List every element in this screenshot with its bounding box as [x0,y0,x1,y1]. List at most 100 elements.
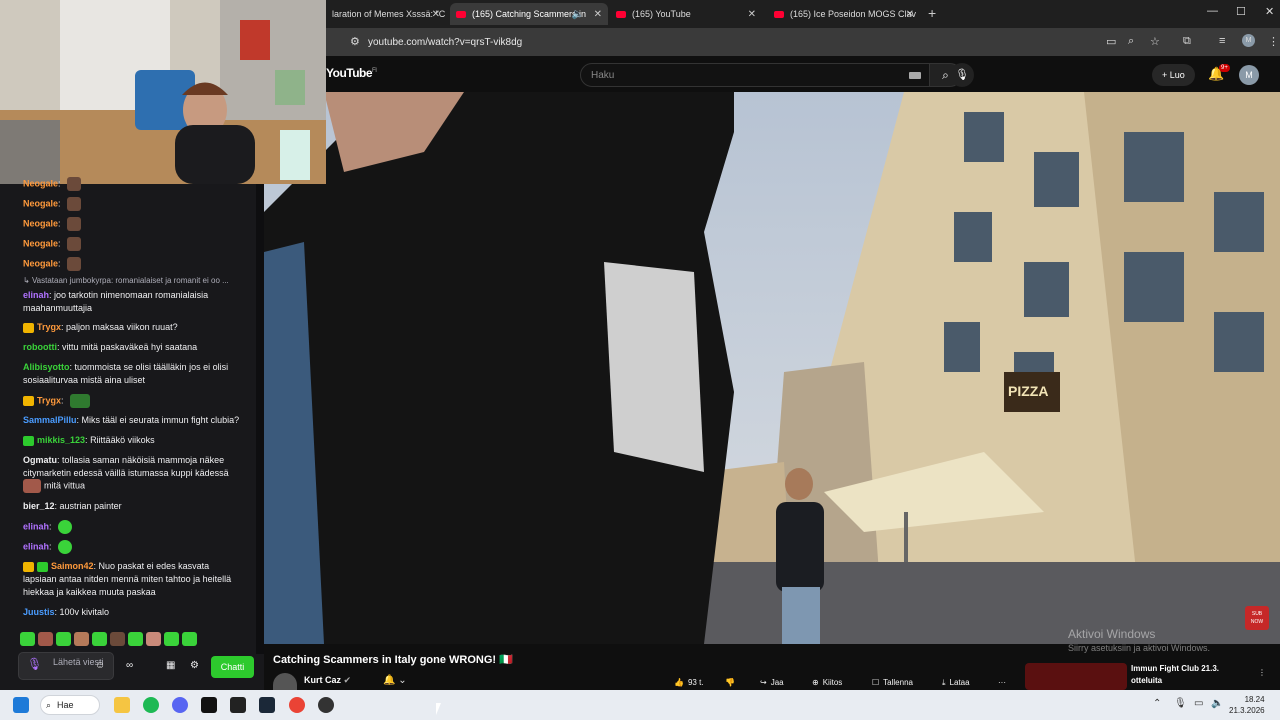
chat-user[interactable]: robootti [23,342,57,352]
emote-icon[interactable] [164,632,179,646]
chat-user[interactable]: Trygx [37,395,61,405]
taskbar-clock[interactable]: 18.24 21.3.2026 [1229,694,1265,716]
bookmark-star-icon[interactable]: ☆ [1150,35,1160,48]
like-button[interactable]: 👍 93 t. [674,675,704,690]
store-icon[interactable]: ▦ [166,660,175,671]
emote-icon[interactable] [56,632,71,646]
steam-icon[interactable] [259,697,275,713]
youtube-logo[interactable]: YouTubeFI [326,66,377,80]
tab-3[interactable]: (165) YouTube ✕ [610,3,762,25]
start-icon[interactable] [13,697,29,713]
search-placeholder: Haku [591,70,615,81]
file-explorer-icon[interactable] [114,697,130,713]
discord-icon[interactable] [172,697,188,713]
minimize-icon[interactable]: — [1207,5,1218,17]
chat-user[interactable]: Neogale [23,198,58,208]
emote-icon [67,217,82,231]
more-actions-icon[interactable]: ··· [998,675,1006,690]
maximize-icon[interactable]: ☐ [1236,5,1246,18]
chat-user[interactable]: Neogale [23,178,58,188]
obs-icon[interactable] [318,697,334,713]
chat-user[interactable]: Juustis [23,607,55,617]
cast-icon[interactable]: ▭ [1106,35,1116,48]
bits-icon[interactable]: ∞ [126,660,133,671]
emote-icon[interactable] [92,632,107,646]
emote-icon[interactable] [128,632,143,646]
subscribe-watermark-icon[interactable]: SUB NOW [1245,606,1269,630]
chat-user[interactable]: SammalPillu [23,415,77,425]
search-input[interactable]: Haku [580,63,930,87]
close-icon[interactable]: ✕ [748,9,756,20]
url-text[interactable]: youtube.com/watch?v=qrsT-vik8dg [368,37,522,48]
emote-icon[interactable] [110,632,125,646]
subscribe-bell-icon[interactable]: 🔔 ⌄ [383,675,407,686]
tab-4[interactable]: (165) Ice Poseidon MOGS Clav ✕ [768,3,920,25]
channel-name[interactable]: Kurt Caz ✔ [304,675,351,686]
extensions-icon[interactable]: ⧉ [1183,35,1191,48]
chat-text: austrian painter [59,501,122,511]
close-icon[interactable]: ✕ [594,9,602,20]
more-options-icon[interactable]: ⋮ [1258,665,1266,680]
chat-user[interactable]: Saimon42 [51,561,94,571]
mic-icon[interactable]: 🎙 [950,63,974,87]
up-next-thumbnail[interactable] [1025,663,1127,690]
chat-user[interactable]: mikkis_123 [37,435,85,445]
settings-icon[interactable]: ⚙ [190,660,199,671]
youtube-favicon-icon [456,10,466,18]
chat-user[interactable]: elinah [23,521,49,531]
emoji-icon[interactable]: ☺ [95,660,105,671]
app-icon[interactable] [230,697,246,713]
up-next-title[interactable]: Immun Fight Club 21.3. otteluita [1131,663,1241,687]
microphone-icon[interactable]: 🎙 [1174,698,1187,709]
dislike-button[interactable]: 👎 [725,675,735,690]
chat-user[interactable]: Ogmatu [23,455,57,465]
keyboard-icon[interactable] [909,72,921,79]
mic-icon[interactable]: 🎙 [27,658,42,670]
tab-1[interactable]: laration of Memes Xsssä: "C ✕ [326,3,446,25]
tray-expand-icon[interactable]: ⌃ [1153,698,1161,709]
thanks-button[interactable]: ⊕ Kiitos [812,675,842,690]
chat-user[interactable]: Trygx [37,322,61,332]
create-button[interactable]: + Luo [1152,64,1195,86]
chat-user[interactable]: bier_12 [23,501,55,511]
chat-message: elinah: [23,520,245,534]
media-icon[interactable]: ≡ [1219,35,1225,47]
network-icon[interactable]: ▭ [1194,698,1203,709]
chat-scroll-gutter[interactable] [256,184,264,654]
close-window-icon[interactable]: ✕ [1265,5,1274,18]
account-avatar[interactable]: M [1239,65,1259,85]
site-settings-icon[interactable]: ⚙ [350,35,360,48]
emote-icon[interactable] [38,632,53,646]
emote-icon[interactable] [74,632,89,646]
chrome-icon[interactable] [289,697,305,713]
new-tab-icon[interactable]: + [928,5,936,21]
chat-user[interactable]: elinah [23,541,49,551]
chat-user[interactable]: Neogale [23,238,58,248]
taskbar-search[interactable]: ⌕ Hae [40,695,100,715]
channel-avatar[interactable] [273,673,297,690]
share-button[interactable]: ↪ Jaa [760,675,784,690]
chat-user[interactable]: Neogale [23,218,58,228]
close-icon[interactable]: ✕ [432,9,440,20]
video-player[interactable]: PIZZA [264,92,1280,644]
xbox-icon[interactable] [201,697,217,713]
save-button[interactable]: ☐ Tallenna [872,675,913,690]
emote-icon[interactable] [182,632,197,646]
menu-dots-icon[interactable]: ⋮ [1268,35,1279,48]
profile-avatar[interactable]: M [1242,34,1255,47]
emote-icon[interactable] [20,632,35,646]
spotify-icon[interactable] [143,697,159,713]
tab-2[interactable]: (165) Catching Scammers in 🔈 ✕ [450,3,608,25]
chat-reply-context[interactable]: ↳ Vastataan jumbokyrpa: romanialaiset ja… [23,276,229,285]
close-icon[interactable]: ✕ [906,9,914,20]
chat-user[interactable]: Alibisyotto [23,362,70,372]
chat-send-button[interactable]: Chatti [211,656,254,678]
chat-user[interactable]: elinah [23,290,49,300]
download-button[interactable]: ⤓ Lataa [942,675,970,690]
chat-user[interactable]: Neogale [23,258,58,268]
emote-icon[interactable] [146,632,161,646]
audio-icon[interactable]: 🔈 [572,9,584,20]
sub-badge-icon [23,435,34,446]
volume-icon[interactable]: 🔈 [1211,698,1223,709]
zoom-icon[interactable]: ⌕ [1128,35,1134,48]
